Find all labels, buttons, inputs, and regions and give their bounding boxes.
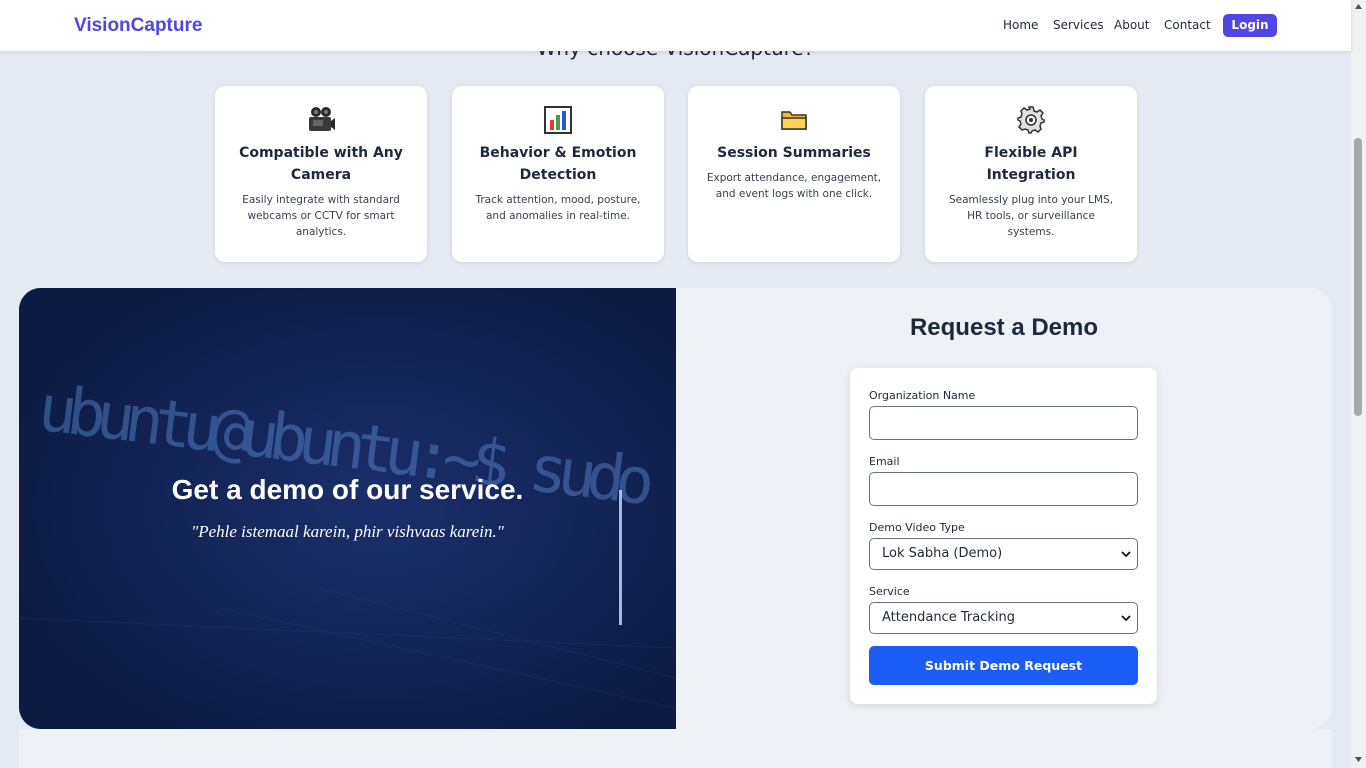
chevron-down-icon [1121, 615, 1131, 622]
org-name-input[interactable] [869, 406, 1138, 440]
nav-link-contact[interactable]: Contact [1164, 18, 1211, 32]
bar-chart-icon [470, 106, 646, 134]
login-button[interactable]: Login [1223, 14, 1277, 37]
demo-hero: ubuntu@ubuntu:~$ sudo Get a demo of our … [19, 288, 676, 729]
submit-demo-button[interactable]: Submit Demo Request [869, 646, 1138, 685]
service-value: Attendance Tracking [882, 610, 1015, 625]
feature-title: Session Summaries [717, 145, 871, 161]
hero-title: Get a demo of our service. [171, 474, 524, 505]
nav-link-home[interactable]: Home [1003, 18, 1038, 32]
next-section [19, 729, 1332, 768]
service-select[interactable]: Attendance Tracking [869, 602, 1138, 634]
chevron-down-icon [1121, 551, 1131, 558]
demo-form: Organization Name Email Demo Video Type … [850, 368, 1157, 704]
feature-card-summaries: Session Summaries Export attendance, eng… [688, 86, 900, 262]
feature-title: Flexible API Integration [984, 145, 1078, 183]
terminal-background-image: ubuntu@ubuntu:~$ sudo [19, 288, 676, 729]
form-heading: Request a Demo [909, 314, 1099, 341]
org-name-label: Organization Name [869, 389, 976, 402]
scroll-up-arrow-icon[interactable] [1355, 4, 1362, 9]
nav-link-about[interactable]: About [1114, 18, 1149, 32]
movie-camera-icon [233, 106, 409, 134]
feature-desc: Track attention, mood, posture, and anom… [475, 194, 641, 222]
service-label: Service [869, 585, 910, 598]
feature-title: Behavior & Emotion Detection [479, 145, 637, 183]
scroll-down-arrow-icon[interactable] [1355, 757, 1362, 762]
video-type-select[interactable]: Lok Sabha (Demo) [869, 538, 1138, 570]
folder-icon [706, 106, 882, 134]
feature-card-camera: Compatible with Any Camera Easily integr… [215, 86, 427, 262]
video-type-label: Demo Video Type [869, 521, 965, 534]
video-type-value: Lok Sabha (Demo) [882, 546, 1003, 561]
email-input[interactable] [869, 472, 1138, 506]
hero-quote: "Pehle istemaal karein, phir vishvaas ka… [191, 522, 504, 541]
feature-desc: Seamlessly plug into your LMS, HR tools,… [948, 194, 1114, 238]
nav-link-services[interactable]: Services [1053, 18, 1104, 32]
feature-card-behavior: Behavior & Emotion Detection Track atten… [452, 86, 664, 262]
scrollbar-thumb[interactable] [1354, 138, 1362, 416]
feature-card-api: Flexible API Integration Seamlessly plug… [925, 86, 1137, 262]
email-label: Email [869, 455, 900, 468]
brand-logo[interactable]: VisionCapture [74, 15, 202, 37]
feature-desc: Easily integrate with standard webcams o… [242, 194, 400, 238]
feature-desc: Export attendance, engagement, and event… [706, 172, 882, 200]
demo-section: ubuntu@ubuntu:~$ sudo Get a demo of our … [19, 288, 1332, 729]
feature-title: Compatible with Any Camera [239, 145, 403, 183]
navbar: VisionCapture Home Services About Contac… [0, 0, 1351, 51]
page-scrollbar[interactable] [1351, 0, 1366, 768]
gear-icon [943, 106, 1119, 134]
